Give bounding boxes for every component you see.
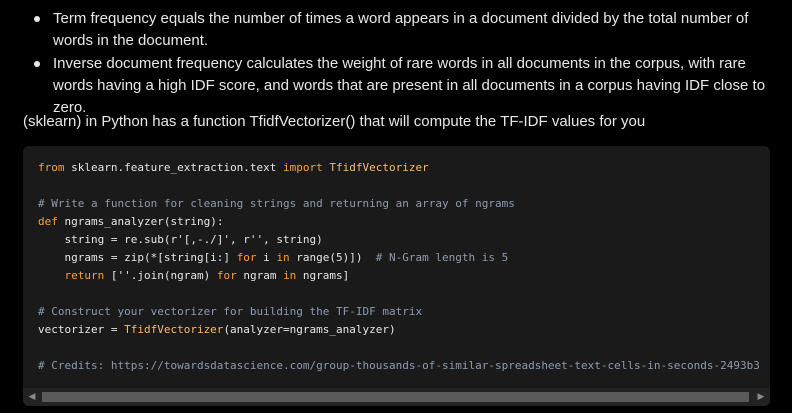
code-text: ngram xyxy=(236,269,284,282)
bullet-inverse-document-frequency: Inverse document frequency calculates th… xyxy=(34,53,783,119)
code-class-name: TfidfVectorizer xyxy=(124,323,224,336)
scrollbar-thumb[interactable] xyxy=(42,392,749,402)
code-keyword: from xyxy=(38,161,65,174)
bullet-term-frequency: Term frequency equals the number of time… xyxy=(34,8,783,52)
code-keyword: in xyxy=(283,269,297,282)
bullet-dot xyxy=(34,61,40,67)
code-text: string = re.sub(r'[,-./]', r'', string) xyxy=(38,233,323,246)
code-text: ngrams = zip(*[string[i:] xyxy=(38,251,237,264)
code-keyword: def xyxy=(38,215,58,228)
code-keyword: import xyxy=(283,161,323,174)
code-content: from sklearn.feature_extraction.text imp… xyxy=(38,159,760,375)
horizontal-scrollbar[interactable]: ◀ ▶ xyxy=(23,388,770,406)
scroll-left-icon[interactable]: ◀ xyxy=(23,388,41,406)
intro-paragraph: (sklearn) in Python has a function Tfidf… xyxy=(23,113,646,130)
bullet-dot xyxy=(34,16,40,22)
code-keyword: return xyxy=(38,269,105,282)
code-text: sklearn.feature_extraction.text xyxy=(64,161,284,174)
scroll-right-icon[interactable]: ▶ xyxy=(752,388,770,406)
code-text: ngrams_analyzer(string): xyxy=(57,215,224,228)
code-block: from sklearn.feature_extraction.text imp… xyxy=(23,146,770,406)
code-comment: # N-Gram length is 5 xyxy=(375,251,509,264)
bullet-text: Term frequency equals the number of time… xyxy=(53,10,749,49)
code-text: [''.join(ngram) xyxy=(104,269,217,282)
code-text: vectorizer = xyxy=(38,323,125,336)
code-keyword: for xyxy=(236,251,257,264)
code-text: ngrams] xyxy=(296,269,350,282)
code-comment: # Write a function for cleaning strings … xyxy=(38,197,515,210)
code-text: range(5)]) xyxy=(289,251,376,264)
code-comment: # Construct your vectorizer for building… xyxy=(38,305,423,318)
code-text: i xyxy=(256,251,277,264)
code-keyword: for xyxy=(216,269,237,282)
code-class-name: TfidfVectorizer xyxy=(322,161,429,174)
code-text: (analyzer=ngrams_analyzer) xyxy=(223,323,396,336)
bullet-text: Inverse document frequency calculates th… xyxy=(53,55,766,116)
code-keyword: in xyxy=(276,251,290,264)
code-comment: # Credits: https://towardsdatascience.co… xyxy=(38,359,760,372)
